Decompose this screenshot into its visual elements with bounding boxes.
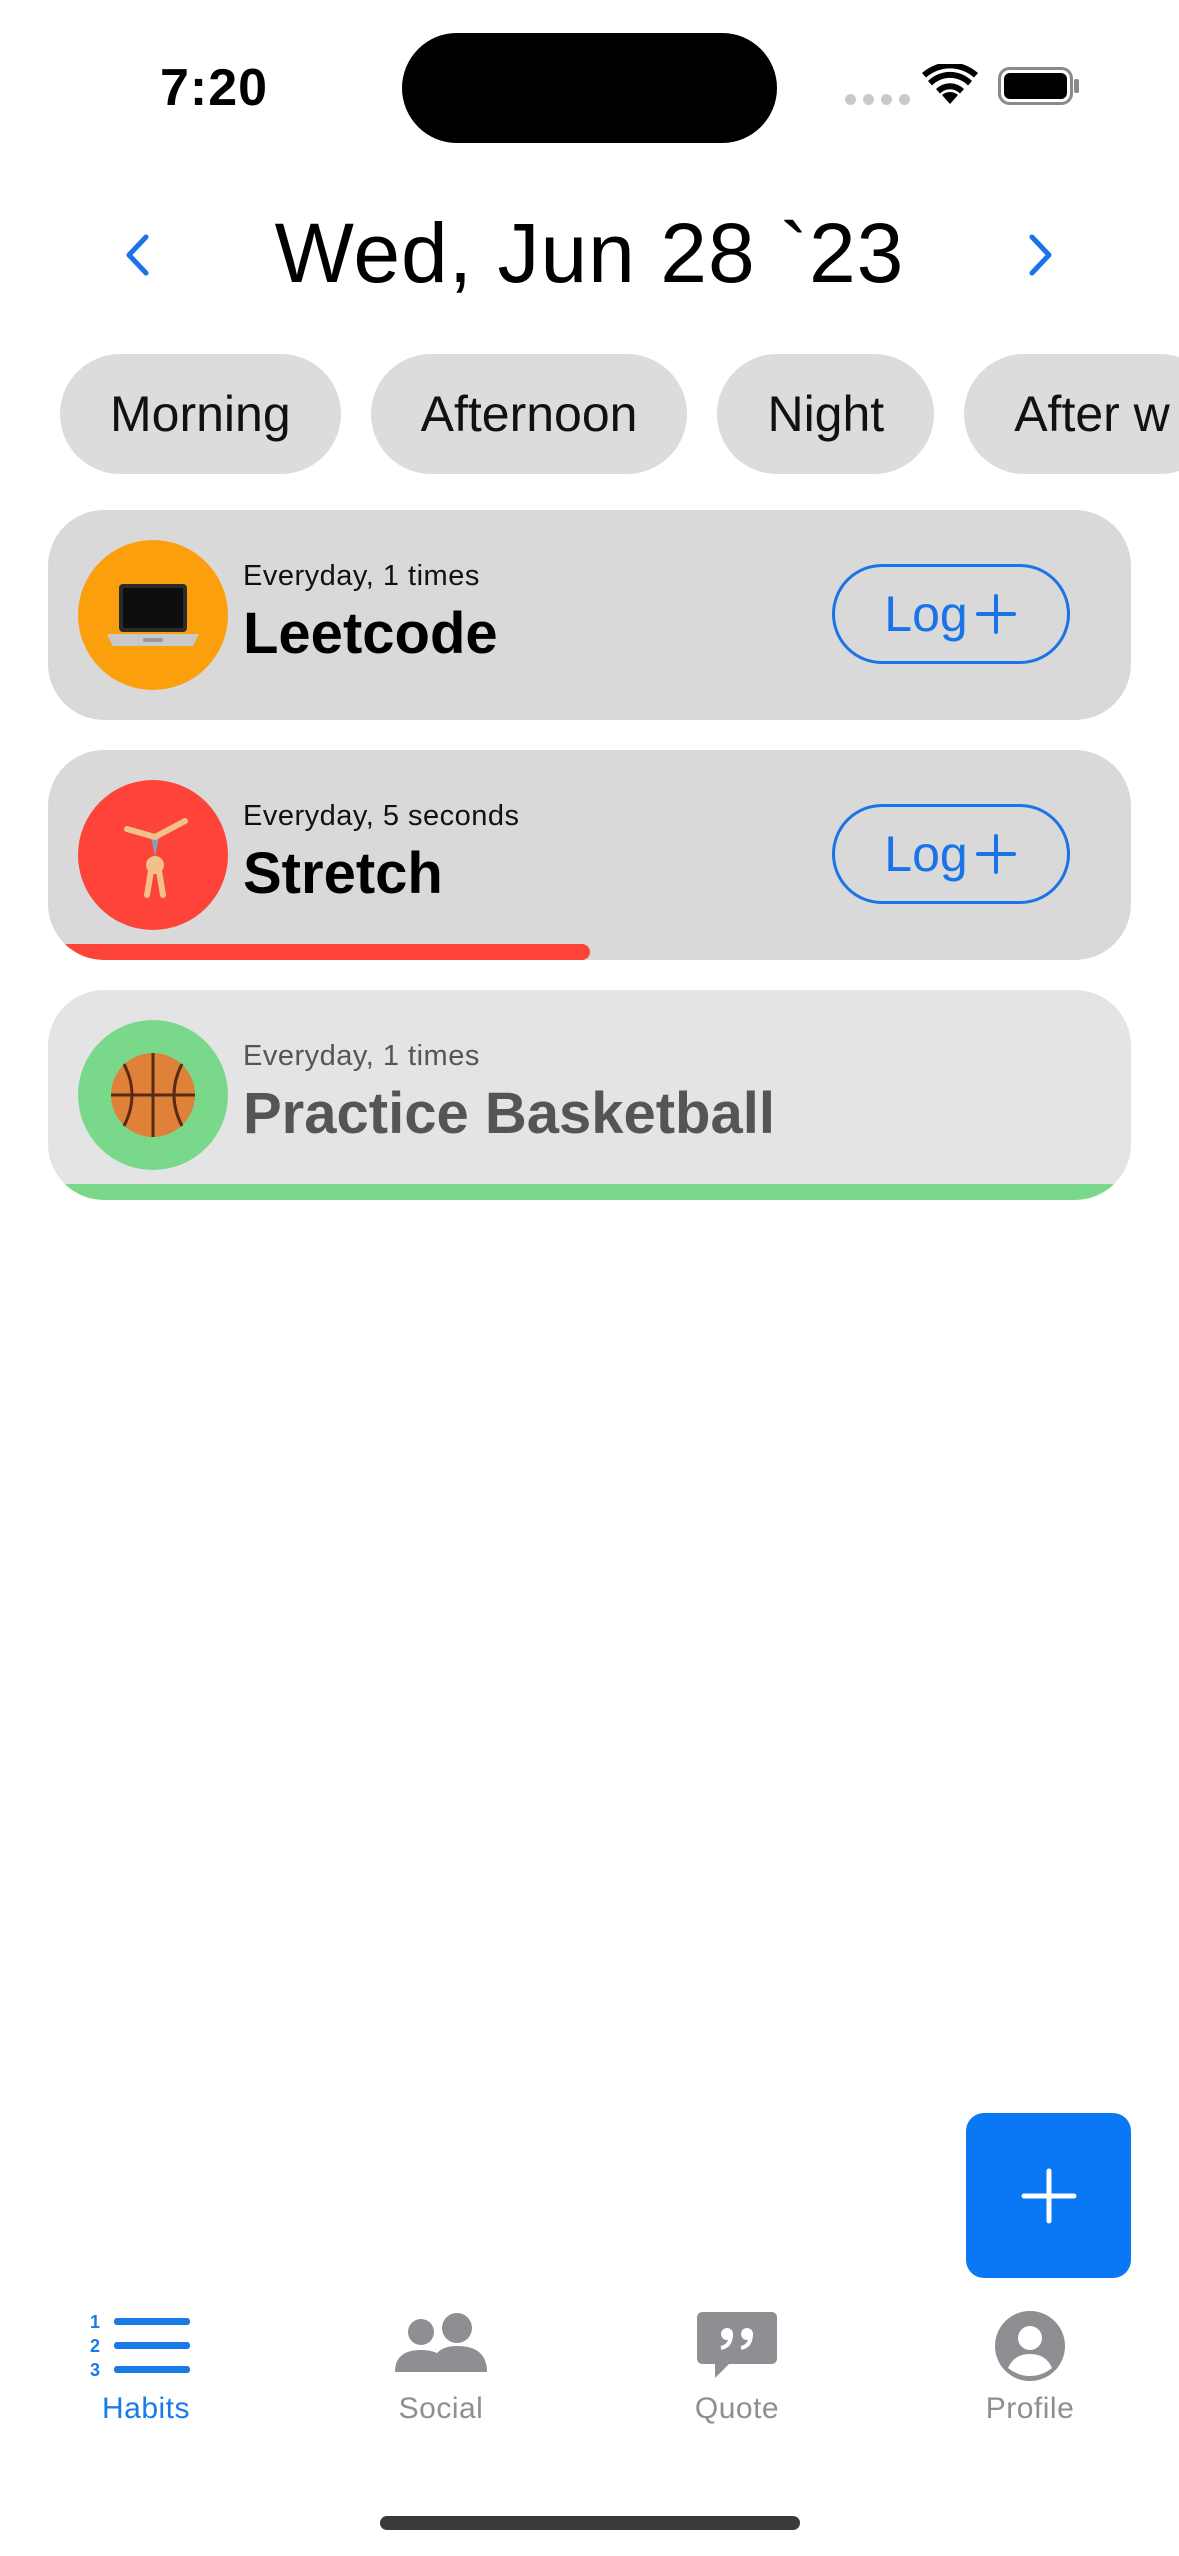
battery-icon [998,67,1079,105]
habit-schedule: Everyday, 1 times [243,1040,480,1072]
habit-schedule: Everyday, 1 times [243,560,480,592]
tab-label: Quote [694,2392,780,2425]
log-button-label: Log [884,586,968,642]
quote-bubble-icon [697,2312,777,2378]
tab-label: Habits [101,2392,191,2425]
svg-text:1: 1 [90,2312,100,2332]
habit-progress-bar [60,1184,1119,1200]
svg-text:3: 3 [90,2360,100,2380]
tab-social[interactable]: Social [341,2310,541,2426]
tab-habits[interactable]: 1 2 3 Habits [46,2310,246,2426]
tab-label: Social [398,2392,484,2425]
tab-profile[interactable]: Profile [930,2310,1130,2426]
habit-name: Leetcode [243,601,498,666]
plus-icon [975,834,1016,874]
tab-quote[interactable]: Quote [637,2310,837,2426]
date-title: Wed, Jun 28 `23 [274,206,905,300]
dynamic-island [402,33,777,143]
habit-card-practice-basketball[interactable]: Everyday, 1 times Practice Basketball [48,990,1131,1200]
plus-icon [975,594,1016,634]
wifi-icon [922,64,978,104]
people-icon [395,2313,487,2372]
filter-chip-morning[interactable]: Morning [60,354,341,474]
log-button[interactable]: Log [832,804,1070,904]
status-time: 7:20 [160,59,269,117]
next-day-button[interactable] [1016,220,1066,290]
filter-chip-after-work[interactable]: After w [964,354,1179,474]
habit-progress-bar [60,944,590,960]
laptop-icon [78,540,228,690]
time-of-day-filters: Morning Afternoon Night After w [60,354,1179,474]
filter-chip-night[interactable]: Night [717,354,935,474]
habit-card-stretch[interactable]: Everyday, 5 seconds Stretch Log [48,750,1131,960]
habit-card-leetcode[interactable]: Everyday, 1 times Leetcode Log [48,510,1131,720]
tab-bar: 1 2 3 Habits Social Quote Profile [0,2310,1179,2470]
chevron-right-icon [1029,234,1052,276]
home-indicator [380,2516,800,2530]
plus-icon [1021,2168,1076,2223]
log-button-label: Log [884,826,968,882]
basketball-icon [78,1020,228,1170]
habit-schedule: Everyday, 5 seconds [243,800,520,832]
log-button[interactable]: Log [832,564,1070,664]
habit-name: Stretch [243,841,443,906]
numbered-list-icon: 1 2 3 [90,2312,190,2380]
cartwheel-icon [78,780,228,930]
cellular-signal-icon [845,94,910,105]
svg-text:2: 2 [90,2336,100,2356]
tab-label: Profile [985,2392,1075,2425]
habit-name: Practice Basketball [243,1081,775,1146]
filter-chip-afternoon[interactable]: Afternoon [370,354,688,474]
previous-day-button[interactable] [112,220,162,290]
add-habit-button[interactable] [966,2113,1131,2278]
chevron-left-icon [126,234,149,276]
person-circle-icon [995,2311,1065,2381]
